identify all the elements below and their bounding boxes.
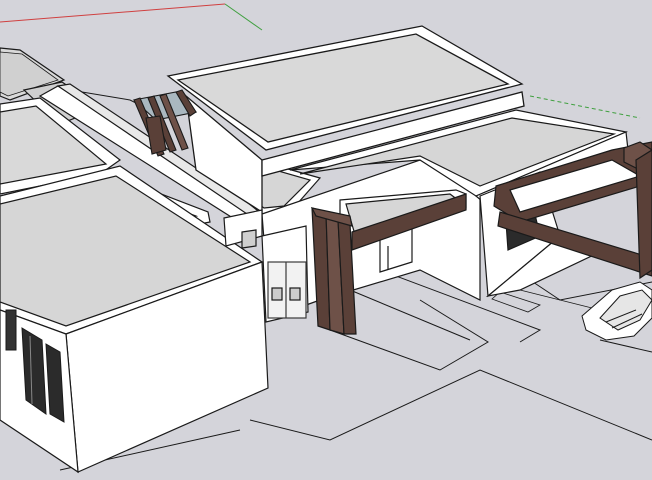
3d-model-canvas[interactable] [0,0,652,480]
modeling-viewport[interactable] [0,0,652,480]
